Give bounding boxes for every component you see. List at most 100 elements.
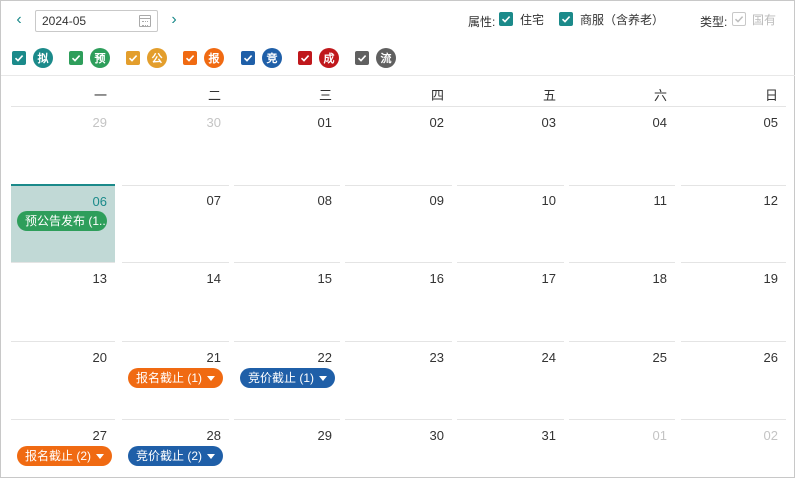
weekday-label: 四 [430,88,444,103]
legend-badge: 成 [319,48,339,68]
checkbox-checked-icon [12,51,26,65]
property-commercial-checkbox[interactable]: 商服（含养老） [559,11,664,27]
day-cell[interactable]: 08 [234,185,340,263]
day-number: 01 [652,428,667,443]
calendar-window: ‹ › 属性: 住宅 商服（含养老） 类型: 国有 [0,0,795,478]
type-state-owned-label: 国有 [752,12,777,27]
prev-month-button[interactable]: ‹ [11,10,27,30]
legend-filter-2[interactable]: 公 [126,48,167,68]
day-number: 31 [541,428,556,443]
day-number: 07 [206,193,221,208]
legend-badge: 拟 [33,48,53,68]
caret-down-icon [319,375,328,381]
day-cell[interactable]: 12 [681,185,786,263]
day-cell[interactable]: 05 [681,107,786,186]
checkbox-checked-icon [499,12,513,26]
day-cell[interactable]: 02 [681,420,786,478]
day-cell[interactable]: 30 [122,107,229,186]
day-number: 21 [206,350,221,365]
legend-filter-3[interactable]: 报 [183,48,224,68]
event-pill[interactable]: 竞价截止 (1) [240,368,336,388]
month-picker[interactable] [35,10,158,32]
legend-badge: 竞 [262,48,282,68]
checkbox-checked-icon [559,12,573,26]
day-number: 08 [317,193,332,208]
day-cell[interactable]: 16 [345,263,452,342]
day-cell[interactable]: 18 [569,263,675,342]
legend-badge: 流 [376,48,396,68]
day-cell[interactable]: 14 [122,263,229,342]
day-cell[interactable]: 20 [11,342,115,420]
legend-filter-5[interactable]: 成 [298,48,339,68]
event-pill[interactable]: 报名截止 (1) [128,368,224,388]
day-cell[interactable]: 01 [569,420,675,478]
event-pill[interactable]: 预公告发布 (1... [17,211,107,231]
weekday-label: 一 [93,88,107,103]
day-number: 02 [429,115,444,130]
checkbox-disabled-icon [732,12,746,26]
day-cell[interactable]: 19 [681,263,786,342]
day-cell[interactable]: 26 [681,342,786,420]
checkbox-checked-icon [69,51,83,65]
day-cell[interactable]: 29 [11,107,115,186]
day-number: 01 [317,115,332,130]
property-residential-checkbox[interactable]: 住宅 [499,11,544,27]
event-pill[interactable]: 竞价截止 (2) [128,446,224,466]
type-state-owned-checkbox: 国有 [732,11,776,27]
day-number: 19 [763,271,778,286]
day-cell[interactable]: 03 [457,107,564,186]
day-cell[interactable]: 07 [122,185,229,263]
day-number: 04 [652,115,667,130]
event-pill[interactable]: 报名截止 (2) [17,446,113,466]
day-number: 23 [429,350,444,365]
day-number: 09 [429,193,444,208]
day-cell[interactable]: 09 [345,185,452,263]
event-label: 预公告发布 (1... [25,214,107,228]
day-cell[interactable]: 29 [234,420,340,478]
next-month-button[interactable]: › [166,10,182,30]
day-cell[interactable]: 23 [345,342,452,420]
day-cell[interactable]: 04 [569,107,675,186]
day-number: 18 [652,271,667,286]
day-cell[interactable]: 13 [11,263,115,342]
day-cell[interactable]: 30 [345,420,452,478]
day-number: 30 [206,115,221,130]
day-number: 05 [763,115,778,130]
legend-filter-4[interactable]: 竞 [241,48,282,68]
day-cell[interactable]: 11 [569,185,675,263]
day-number: 14 [206,271,221,286]
legend-filter-1[interactable]: 预 [69,48,110,68]
event-label: 报名截止 (2) [25,449,92,463]
day-number: 02 [763,428,778,443]
checkbox-checked-icon [183,51,197,65]
calendar-icon[interactable] [139,15,151,27]
divider [1,75,795,76]
day-cell[interactable]: 10 [457,185,564,263]
day-cell[interactable]: 17 [457,263,564,342]
month-input[interactable] [36,11,134,31]
caret-down-icon [207,453,216,459]
day-cell[interactable]: 24 [457,342,564,420]
day-cell[interactable]: 15 [234,263,340,342]
day-cell[interactable]: 02 [345,107,452,186]
event-label: 竞价截止 (1) [248,371,315,385]
weekday-label: 五 [542,88,556,103]
day-number: 16 [429,271,444,286]
day-number: 06 [92,194,107,209]
day-cell[interactable]: 31 [457,420,564,478]
day-number: 30 [429,428,444,443]
property-commercial-label: 商服（含养老） [580,12,665,27]
weekday-header: 一二三四五六日 [11,83,786,107]
type-label: 类型: [700,15,728,29]
day-number: 11 [653,193,668,208]
weekday-label: 三 [318,88,332,103]
legend-filter-6[interactable]: 流 [355,48,396,68]
legend-filter-0[interactable]: 拟 [12,48,53,68]
legend-badge: 报 [204,48,224,68]
checkbox-checked-icon [241,51,255,65]
property-label: 属性: [468,15,496,29]
day-number: 28 [206,428,221,443]
day-cell[interactable]: 25 [569,342,675,420]
day-cell[interactable]: 01 [234,107,340,186]
property-residential-label: 住宅 [520,12,545,27]
